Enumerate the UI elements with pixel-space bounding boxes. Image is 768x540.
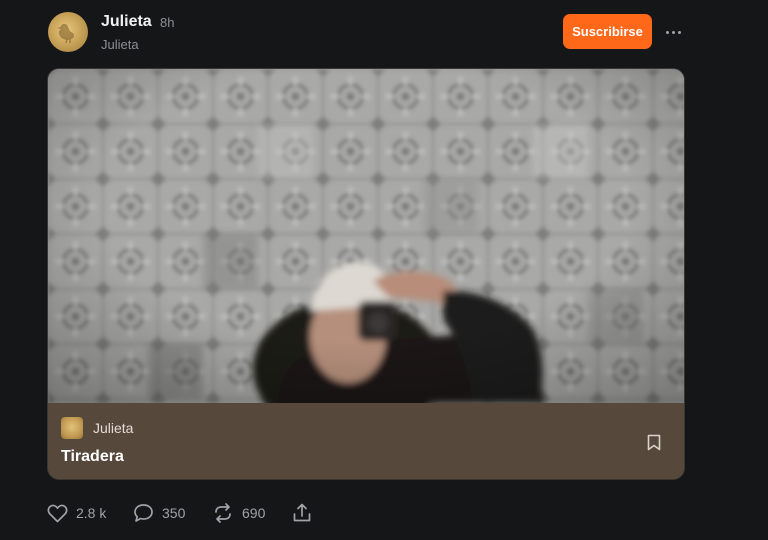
post-photo — [48, 69, 684, 403]
publication-icon — [61, 417, 83, 439]
photo-image — [48, 69, 684, 403]
like-count: 2.8 k — [76, 505, 107, 521]
restack-count: 690 — [242, 505, 266, 521]
restack-icon — [215, 503, 231, 523]
comment-button[interactable]: 350 — [133, 500, 185, 526]
heart-icon — [47, 504, 68, 522]
card-title[interactable]: Tiradera — [61, 448, 124, 466]
author-subtitle: Julieta — [101, 37, 139, 52]
duck-avatar-icon — [57, 24, 75, 44]
publication-name[interactable]: Julieta — [93, 420, 133, 436]
subscribe-button[interactable]: Suscribirse — [563, 14, 652, 49]
author-name[interactable]: Julieta — [101, 13, 152, 31]
post-timestamp: 8h — [160, 15, 175, 30]
comment-icon — [134, 504, 153, 522]
comment-count: 350 — [162, 505, 186, 521]
restack-button[interactable]: 690 — [212, 500, 265, 526]
bookmark-icon — [647, 434, 661, 450]
bookmark-button[interactable] — [644, 431, 664, 453]
post-actions: 2.8 k 350 690 — [47, 500, 347, 526]
like-button[interactable]: 2.8 k — [47, 500, 106, 526]
share-button[interactable] — [292, 500, 312, 526]
more-options-button[interactable] — [660, 20, 686, 44]
more-horizontal-icon — [665, 30, 669, 34]
feed-post: Julieta 8h Julieta Suscribirse Julieta T… — [0, 0, 768, 540]
card-footer: Julieta Tiradera — [48, 403, 684, 479]
post-embed-card[interactable]: Julieta Tiradera — [47, 68, 685, 480]
share-icon — [293, 503, 311, 522]
author-avatar[interactable] — [48, 12, 88, 52]
